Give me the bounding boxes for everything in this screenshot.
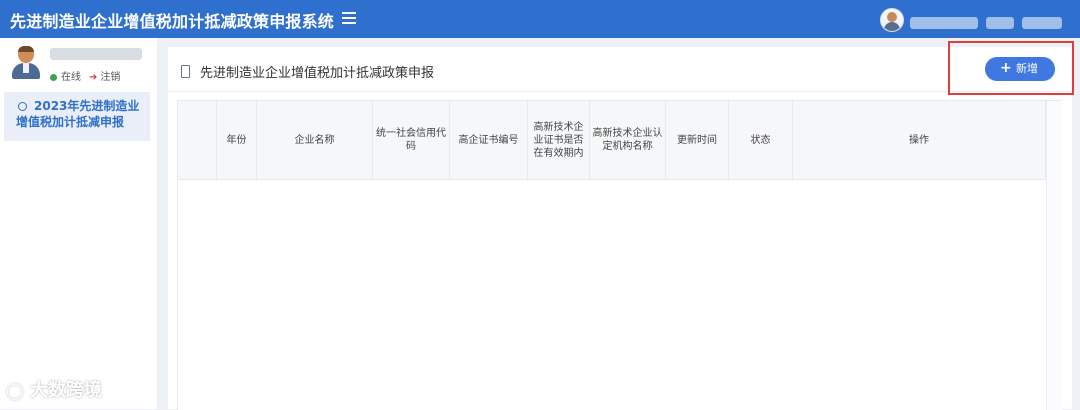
watermark-text: 大数跨境	[29, 380, 102, 401]
hamburger-menu-icon[interactable]	[340, 9, 358, 27]
table-header: 年份 企业名称 统一社会信用代码 高企证书编号 高新技术企业证书是否在有效期内 …	[178, 101, 1061, 180]
column-header-cert-number[interactable]: 高企证书编号	[450, 101, 528, 179]
declaration-table: 年份 企业名称 统一社会信用代码 高企证书编号 高新技术企业证书是否在有效期内 …	[177, 100, 1062, 410]
online-status-label: 在线	[61, 72, 81, 83]
annotation-highlight-box	[948, 41, 1074, 95]
column-header-cert-authority[interactable]: 高新技术企业认定机构名称	[590, 101, 666, 179]
logout-icon[interactable]: ➜	[89, 72, 97, 83]
column-header-company-name[interactable]: 企业名称	[257, 101, 373, 179]
user-status: 在线 ➜ 注销	[50, 68, 120, 83]
user-name-redacted	[50, 48, 142, 60]
user-avatar-icon[interactable]	[880, 8, 904, 32]
column-header-credit-code[interactable]: 统一社会信用代码	[373, 101, 450, 179]
app-title: 先进制造业企业增值税加计抵减政策申报系统	[10, 12, 335, 31]
sidebar-item-label: 2023年先进制造业增值税加计抵减申报	[16, 99, 140, 129]
page-title: 先进制造业企业增值税加计抵减政策申报	[200, 66, 435, 81]
column-header-updated-time[interactable]: 更新时间	[666, 101, 729, 179]
logout-link[interactable]: 注销	[100, 72, 120, 83]
watermark-logo-icon: ◯	[6, 381, 24, 400]
column-header-year[interactable]: 年份	[217, 101, 257, 179]
divider	[168, 91, 1072, 92]
table-scrollbar[interactable]	[1046, 101, 1062, 410]
column-header-status[interactable]: 状态	[729, 101, 793, 179]
sidebar: 在线 ➜ 注销 2023年先进制造业增值税加计抵减申报	[0, 38, 157, 409]
top-header-bar: 先进制造业企业增值税加计抵减政策申报系统	[0, 0, 1080, 38]
column-header-actions[interactable]: 操作	[793, 101, 1046, 179]
main-panel: 先进制造业企业增值税加计抵减政策申报 + 新增 年份 企业名称 统一社会信用代码…	[168, 47, 1072, 410]
user-name-redacted[interactable]	[910, 12, 1070, 29]
sidebar-item-2023-declaration[interactable]: 2023年先进制造业增值税加计抵减申报	[4, 92, 150, 141]
column-header-cert-valid[interactable]: 高新技术企业证书是否在有效期内	[528, 101, 590, 179]
user-avatar	[10, 46, 42, 80]
watermark: ◯ 大数跨境	[6, 376, 102, 402]
document-icon	[181, 65, 190, 78]
column-header-select[interactable]	[178, 101, 217, 179]
online-dot-icon	[50, 73, 57, 81]
